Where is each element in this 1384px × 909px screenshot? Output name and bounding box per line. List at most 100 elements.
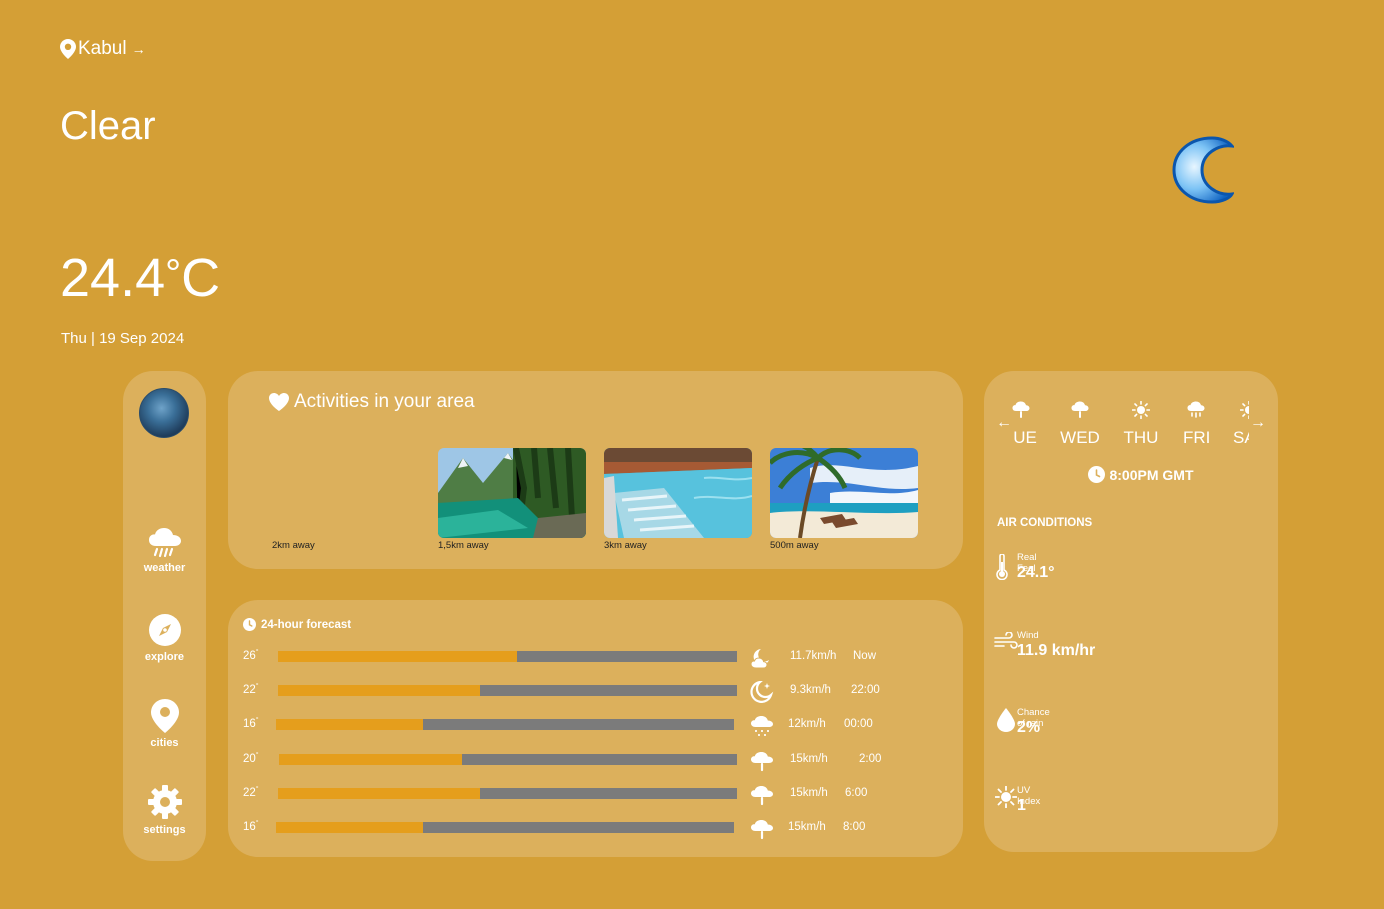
temperature-bar-fill <box>278 788 480 799</box>
next-day-arrow[interactable]: → <box>1250 414 1266 432</box>
forecast-row: 22° 15km/h 6:00 <box>228 784 963 806</box>
forecast-temperature: 22° <box>243 786 259 799</box>
location-link[interactable]: Kabul → <box>60 38 146 60</box>
activity-item[interactable]: 1,5km away <box>438 448 586 551</box>
forecast-temperature: 20° <box>243 752 259 765</box>
sun-icon <box>1240 401 1249 419</box>
forecast-wind: 11.7km/h <box>790 650 837 662</box>
forecast-temperature-value: 22 <box>243 786 256 799</box>
degree-symbol: ° <box>165 252 182 296</box>
degree-symbol: ° <box>255 649 259 656</box>
activities-title: Activities in your area <box>268 391 475 413</box>
sidebar-item-label: settings <box>143 824 186 836</box>
rain-cloud-icon <box>750 784 774 811</box>
forecast-time: 6:00 <box>845 787 868 799</box>
forecast-title-text: 24-hour forecast <box>261 618 352 631</box>
forecast-time: 2:00 <box>859 753 882 765</box>
current-time-text: 8:00PM GMT <box>1109 466 1194 483</box>
gear-icon <box>147 785 182 819</box>
wind-label: Wind <box>1017 630 1039 641</box>
location-name: Kabul <box>78 38 127 59</box>
temperature-bar-fill <box>278 685 480 696</box>
activity-item[interactable]: 3km away <box>604 448 752 551</box>
forecast-wind: 15km/h <box>788 821 826 833</box>
sidebar: weather explore cities settings <box>123 371 206 861</box>
rain-cloud-icon <box>1071 401 1089 418</box>
forecast-temperature: 16° <box>243 717 259 730</box>
forecast-temperature-value: 16 <box>243 717 256 730</box>
day-tab[interactable]: UE <box>1013 428 1037 448</box>
activity-image-lake <box>438 448 586 538</box>
forecast-title: 24-hour forecast <box>243 618 351 631</box>
day-tab[interactable]: WED <box>1060 428 1100 448</box>
uv-value: 1 <box>1017 797 1026 814</box>
water-drop-icon <box>997 708 1015 732</box>
snow-cloud-icon <box>750 715 774 742</box>
avatar[interactable] <box>139 388 189 438</box>
forecast-time: 22:00 <box>851 684 880 696</box>
sidebar-item-weather[interactable]: weather <box>123 528 206 574</box>
wind-value: 11.9 km/hr <box>1017 642 1096 659</box>
temperature-bar-fill <box>278 651 517 662</box>
map-pin-icon <box>150 699 179 733</box>
day-tab[interactable]: FRI <box>1183 428 1210 448</box>
day-tab[interactable]: SA <box>1233 428 1249 448</box>
clock-icon <box>1088 466 1106 483</box>
compass-icon <box>148 614 181 646</box>
day-tab[interactable]: THU <box>1122 428 1160 448</box>
forecast-row: 16° 12km/h 00:00 <box>228 715 963 736</box>
activity-distance: 3km away <box>604 540 647 551</box>
degree-symbol: ° <box>255 820 259 827</box>
forecast-row: 20° 15km/h 2:00 <box>228 750 963 772</box>
air-conditions-title: AIR CONDITIONS <box>997 517 1093 529</box>
forecast-row: 16° 15km/h 8:00 <box>228 818 963 840</box>
forecast-wind: 12km/h <box>788 718 826 730</box>
forecast-time: 8:00 <box>843 821 866 833</box>
sun-icon <box>995 786 1017 808</box>
activity-image-beach <box>770 448 918 538</box>
temperature-bar <box>279 754 737 765</box>
prev-day-arrow[interactable]: ← <box>996 414 1012 432</box>
forecast-row: 26° 11.7km/h Now <box>228 647 963 669</box>
forecast-wind: 15km/h <box>790 753 828 765</box>
heart-icon <box>269 393 289 411</box>
activity-item[interactable]: 500m away <box>770 448 918 551</box>
forecast-wind: 15km/h <box>790 787 828 799</box>
temperature-bar-fill <box>276 719 423 730</box>
wind-icon <box>994 632 1018 649</box>
clock-icon <box>243 618 256 631</box>
sidebar-item-cities[interactable]: cities <box>123 699 206 749</box>
temperature-bar <box>276 719 734 730</box>
degree-symbol: ° <box>255 717 259 724</box>
thermometer-icon <box>996 554 1008 580</box>
forecast-temperature: 16° <box>243 820 259 833</box>
degree-symbol: ° <box>255 752 259 759</box>
temperature-bar <box>276 822 734 833</box>
rain-cloud-icon <box>1012 401 1030 418</box>
forecast-row: 22° 9.3km/h 22:00 <box>228 680 963 703</box>
forecast-temperature: 22° <box>243 683 259 696</box>
sidebar-item-label: explore <box>144 651 185 663</box>
activity-distance: 2km away <box>272 540 315 551</box>
forecast-temperature: 26° <box>243 649 259 662</box>
temperature-bar <box>278 685 737 696</box>
forecast-temperature-value: 22 <box>243 683 256 696</box>
degree-symbol: ° <box>255 683 259 690</box>
rain-cloud-icon <box>148 528 181 558</box>
map-pin-icon <box>60 39 76 59</box>
current-time: 8:00PM GMT <box>984 466 1298 483</box>
moon-cloud-icon <box>750 647 774 674</box>
sidebar-item-settings[interactable]: settings <box>123 784 206 836</box>
temperature-unit: C <box>181 248 221 308</box>
sidebar-item-explore[interactable]: explore <box>123 613 206 663</box>
weather-condition: Clear <box>60 104 156 148</box>
temperature-bar <box>278 651 737 662</box>
hourly-forecast-card: 24-hour forecast 26° 11.7km/h Now 22° 9.3km/… <box>228 600 963 857</box>
temperature-bar-fill <box>279 754 463 765</box>
sidebar-item-label: weather <box>143 562 186 574</box>
sidebar-item-label: cities <box>150 737 179 749</box>
activity-distance: 1,5km away <box>438 540 489 551</box>
forecast-temperature-value: 16 <box>243 820 256 833</box>
temperature-value: 24.4 <box>60 248 166 308</box>
forecast-wind: 9.3km/h <box>790 684 831 696</box>
